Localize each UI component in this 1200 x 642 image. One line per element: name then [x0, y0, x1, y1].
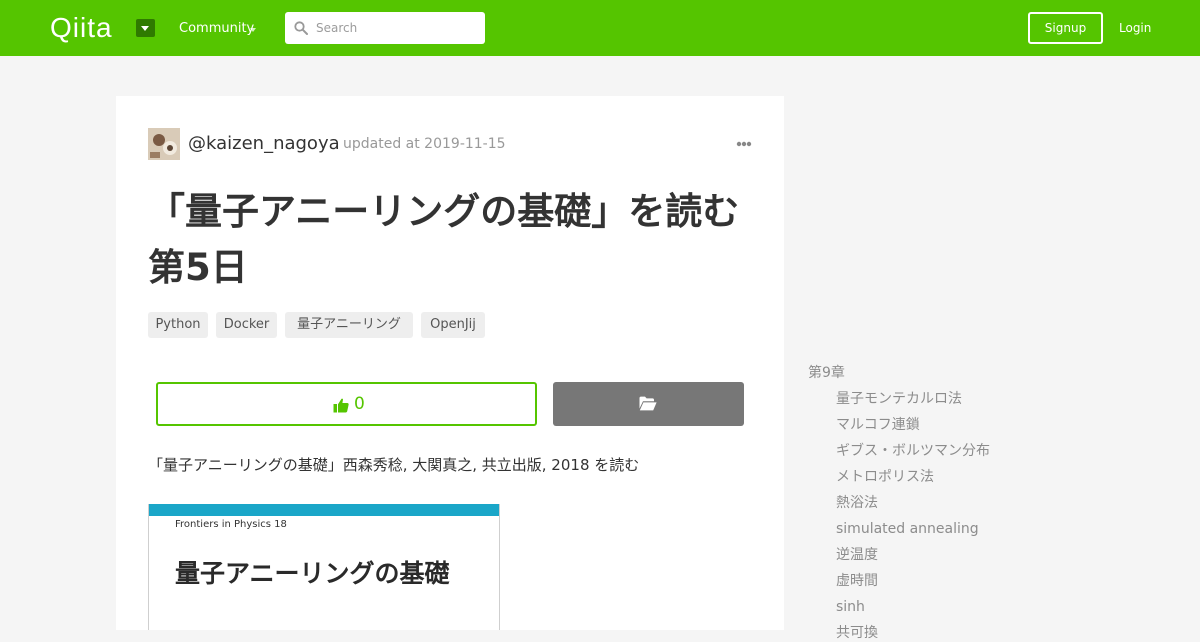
toc-item[interactable]: 量子モンテカルロ法 — [836, 390, 962, 408]
author-username[interactable]: @kaizen_nagoya — [188, 133, 340, 155]
like-button[interactable]: 0 — [156, 382, 537, 426]
top-navbar: Qiita Community Signup Login — [0, 0, 1200, 56]
folder-open-icon — [639, 396, 657, 411]
toc-item[interactable]: 共可換 — [836, 624, 878, 642]
like-count: 0 — [354, 394, 365, 414]
tag-quantum-annealing[interactable]: 量子アニーリング — [285, 312, 413, 338]
updated-date: updated at 2019-11-15 — [343, 136, 506, 152]
toc-item[interactable]: ギブス・ボルツマン分布 — [836, 442, 990, 460]
thumbs-up-icon — [333, 398, 349, 413]
qiita-logo[interactable]: Qiita — [50, 12, 113, 44]
toc-chapter[interactable]: 第9章 — [808, 364, 845, 382]
toc-item[interactable]: 虚時間 — [836, 572, 878, 590]
signup-button[interactable]: Signup — [1028, 12, 1103, 44]
stock-button[interactable] — [553, 382, 744, 426]
search-box[interactable] — [285, 12, 485, 44]
tag-docker[interactable]: Docker — [216, 312, 277, 338]
article-lead-text: 「量子アニーリングの基礎」西森秀稔, 大関真之, 共立出版, 2018 を読む — [148, 456, 640, 474]
menu-toggle-icon[interactable] — [136, 19, 155, 37]
tag-openjij[interactable]: OpenJij — [421, 312, 485, 338]
caret-down-icon[interactable] — [250, 28, 256, 32]
search-input[interactable] — [316, 12, 476, 44]
more-options-icon[interactable] — [736, 141, 752, 147]
cover-title: 量子アニーリングの基礎 — [175, 559, 450, 588]
book-cover-image: Frontiers in Physics 18 量子アニーリングの基礎 — [148, 504, 500, 630]
toc-item[interactable]: 逆温度 — [836, 546, 878, 564]
search-icon — [294, 21, 308, 35]
toc-item[interactable]: メトロポリス法 — [836, 468, 934, 486]
community-menu[interactable]: Community — [179, 21, 254, 37]
toc-item[interactable]: simulated annealing — [836, 520, 979, 538]
cover-band — [149, 504, 499, 516]
cover-series-label: Frontiers in Physics 18 — [175, 519, 287, 530]
toc-item[interactable]: sinh — [836, 598, 865, 616]
avatar-image — [148, 128, 180, 160]
tag-python[interactable]: Python — [148, 312, 208, 338]
article-title: 「量子アニーリングの基礎」を読む 第5日 — [148, 190, 740, 289]
toc-item[interactable]: マルコフ連鎖 — [836, 416, 920, 434]
toc-item[interactable]: 熱浴法 — [836, 494, 878, 512]
avatar[interactable] — [148, 128, 180, 160]
login-link[interactable]: Login — [1119, 20, 1151, 36]
article-card: @kaizen_nagoya updated at 2019-11-15 「量子… — [116, 96, 784, 630]
